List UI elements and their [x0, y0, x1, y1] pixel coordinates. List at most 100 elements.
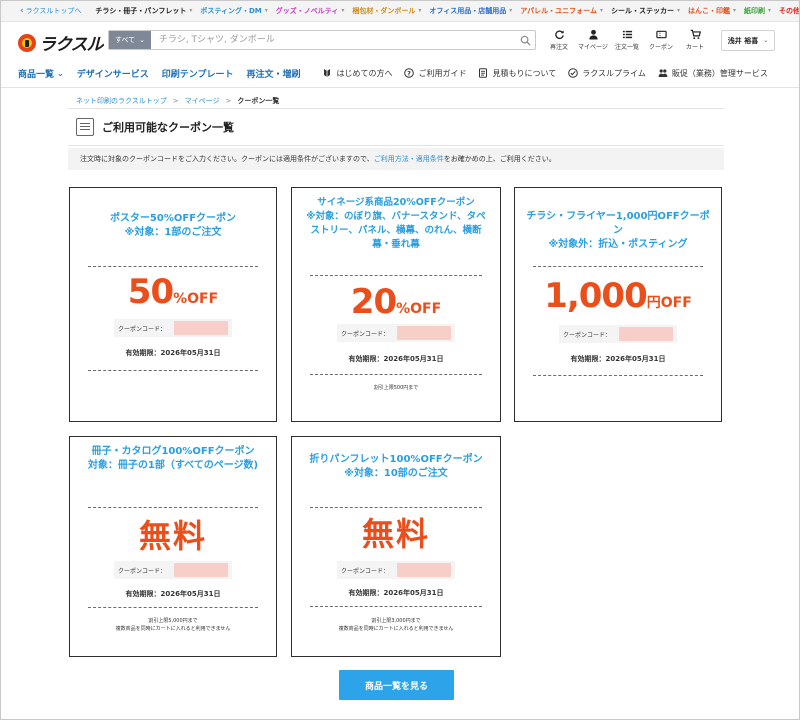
svg-text:?: ? — [408, 70, 412, 78]
chevron-down-icon: ▾ — [768, 7, 772, 14]
estimate-icon — [479, 68, 488, 78]
breadcrumb-mypage-link[interactable]: マイページ — [185, 96, 220, 106]
coupon-notice: 注文時に対象のクーポンコードをご入力ください。クーポンには適用条件がございますの… — [68, 148, 724, 170]
view-products-button[interactable]: 商品一覧を見る — [339, 670, 454, 700]
main-nav: 商品一覧 ⌄ デザインサービス 印刷テンプレート 再注文・増刷 はじめての方へ … — [0, 62, 800, 84]
guide-usage[interactable]: ? ご利用ガイド — [404, 68, 466, 79]
check-circle-icon — [568, 68, 579, 78]
chevron-down-icon: ▾ — [264, 7, 268, 14]
category-link[interactable]: はんこ・印鑑 ▾ — [688, 6, 736, 16]
coupon-expiry: 有効期限：2026年05月31日 — [570, 355, 666, 363]
chevron-left-icon: ‹ — [20, 5, 24, 16]
chevron-down-icon: ▾ — [733, 7, 737, 14]
chevron-down-icon: ▾ — [189, 7, 193, 14]
coupon-divider — [310, 275, 482, 276]
guide-sales-management[interactable]: 販促（業務）管理サービス — [658, 68, 768, 79]
coupon-divider — [533, 266, 703, 267]
chevron-down-icon: ▾ — [341, 7, 345, 14]
coupon-list-icon — [76, 118, 94, 136]
category-link[interactable]: チラシ・冊子・パンフレット ▾ — [95, 6, 192, 16]
guide-estimate[interactable]: 見積もりについて — [478, 68, 556, 79]
category-link[interactable]: 梱包材・ダンボール ▾ — [352, 6, 421, 16]
coupon-note: 割引上限3,000円まで 複数商品を同時にカートに入れると利用できません — [338, 618, 454, 632]
coupon-title: チラシ・フライヤー1,000円OFFクーポン ※対象外：折込・ポスティング — [526, 211, 710, 250]
coupon-discount-value: 無料 — [361, 515, 430, 553]
category-link[interactable]: アパレル・ユニフォーム ▾ — [520, 6, 603, 16]
nav-print-template[interactable]: 印刷テンプレート — [162, 67, 234, 80]
user-menu-button[interactable]: 浅井 裕喜 ⌄ — [721, 30, 775, 51]
coupon-code-box[interactable]: クーポンコード： — [113, 319, 232, 337]
coupon-divider — [310, 374, 482, 375]
beginner-icon — [324, 69, 331, 77]
breadcrumb-current: クーポン一覧 — [237, 97, 280, 105]
coupon-code-row: クーポンコード： — [70, 319, 276, 337]
coupon-code-value — [397, 326, 451, 340]
coupon-divider — [310, 606, 482, 607]
coupon-code-box[interactable]: クーポンコード： — [336, 561, 455, 579]
chevron-down-icon: ▾ — [599, 7, 603, 14]
user-icon — [588, 29, 598, 40]
guide-beginner[interactable]: はじめての方へ — [322, 68, 392, 79]
coupon-divider — [310, 507, 482, 508]
usage-conditions-link[interactable]: ご利用方法・適用条件 — [374, 154, 444, 164]
coupon-note: 割引上限5,000円まで 複数商品を同時にカートに入れると利用できません — [115, 618, 231, 632]
cart-button[interactable]: カート — [678, 29, 712, 51]
coupon-code-box[interactable]: クーポンコード： — [113, 561, 232, 579]
coupon-discount-value: 50%OFF — [127, 272, 219, 312]
nav-reorder[interactable]: 再注文・増刷 — [246, 67, 300, 80]
search-bar: すべて ⌄ — [108, 30, 536, 50]
coupon-button[interactable]: クーポン — [644, 29, 678, 51]
list-icon — [622, 30, 632, 39]
breadcrumb-home-link[interactable]: ネット印刷のラクスルトップ — [76, 96, 167, 106]
category-link[interactable]: その他▾ — [779, 6, 800, 16]
mypage-button[interactable]: マイページ — [576, 29, 610, 51]
header-divider — [0, 87, 800, 88]
coupon-divider — [88, 507, 258, 508]
coupon-divider — [88, 370, 258, 371]
people-icon — [658, 69, 668, 77]
search-input[interactable] — [151, 31, 515, 49]
back-to-top-link[interactable]: ‹ ラクスルトップへ — [20, 6, 81, 16]
coupon-expiry: 有効期限：2026年05月31日 — [125, 349, 221, 357]
coupon-title: サイネージ系商品20%OFFクーポン ※対象：のぼり旗、バナースタンド、タペストリ… — [306, 197, 486, 250]
coupon-discount-value: 無料 — [138, 517, 207, 555]
coupon-code-value — [619, 327, 673, 341]
site-header: ラクスル すべて ⌄ 再注文 マイページ 注文一覧 クーポン カ — [0, 22, 800, 58]
category-link[interactable]: 紙印刷 ▾ — [744, 6, 771, 16]
cart-icon — [690, 29, 701, 40]
coupon-expiry: 有効期限：2026年05月31日 — [125, 590, 221, 598]
category-link[interactable]: グッズ・ノベルティ ▾ — [276, 6, 345, 16]
coupon-code-row: クーポンコード： — [292, 324, 500, 342]
category-link[interactable]: シール・ステッカー ▾ — [611, 6, 680, 16]
coupon-card: チラシ・フライヤー1,000円OFFクーポン ※対象外：折込・ポスティング 1,0… — [514, 187, 722, 422]
order-list-button[interactable]: 注文一覧 — [610, 29, 644, 51]
coupon-code-box[interactable]: クーポンコード： — [336, 324, 455, 342]
coupon-discount-value: 1,000円OFF — [544, 276, 692, 316]
category-link[interactable]: ポスティング・DM ▾ — [200, 6, 267, 16]
coupon-divider — [88, 266, 258, 267]
breadcrumb-separator: > — [172, 97, 179, 105]
coupon-code-value — [174, 321, 228, 335]
coupon-divider — [533, 375, 703, 376]
coupon-expiry: 有効期限：2026年05月31日 — [348, 355, 444, 363]
guide-prime[interactable]: ラクスルプライム — [568, 68, 646, 79]
search-icon[interactable] — [515, 31, 535, 49]
category-link[interactable]: オフィス用品・店舗用品 ▾ — [429, 6, 512, 16]
coupon-title: 折りパンフレット100%OFFクーポン ※対象：10部のご注文 — [309, 454, 483, 479]
chevron-down-icon: ⌄ — [57, 68, 64, 78]
coupon-code-value — [397, 563, 451, 577]
breadcrumb: ネット印刷のラクスルトップ > マイページ > クーポン一覧 — [76, 96, 279, 106]
coupon-code-box[interactable]: クーポンコード： — [558, 325, 677, 343]
nav-product-list[interactable]: 商品一覧 ⌄ — [18, 67, 64, 80]
reorder-button[interactable]: 再注文 — [542, 29, 576, 51]
logo[interactable]: ラクスル — [18, 30, 103, 55]
nav-design-service[interactable]: デザインサービス — [77, 67, 149, 80]
chevron-down-icon: ▾ — [509, 7, 513, 14]
coupon-code-value — [174, 563, 228, 577]
breadcrumb-separator: > — [225, 97, 232, 105]
coupon-card: ポスター50%OFFクーポン ※対象：1部のご注文 50%OFF クーポンコード：… — [69, 187, 277, 422]
search-scope-select[interactable]: すべて ⌄ — [109, 31, 151, 49]
page-title-bar: ご利用可能なクーポン一覧 — [68, 108, 724, 146]
logo-mark-icon — [18, 33, 36, 52]
chevron-down-icon: ▾ — [676, 7, 680, 14]
